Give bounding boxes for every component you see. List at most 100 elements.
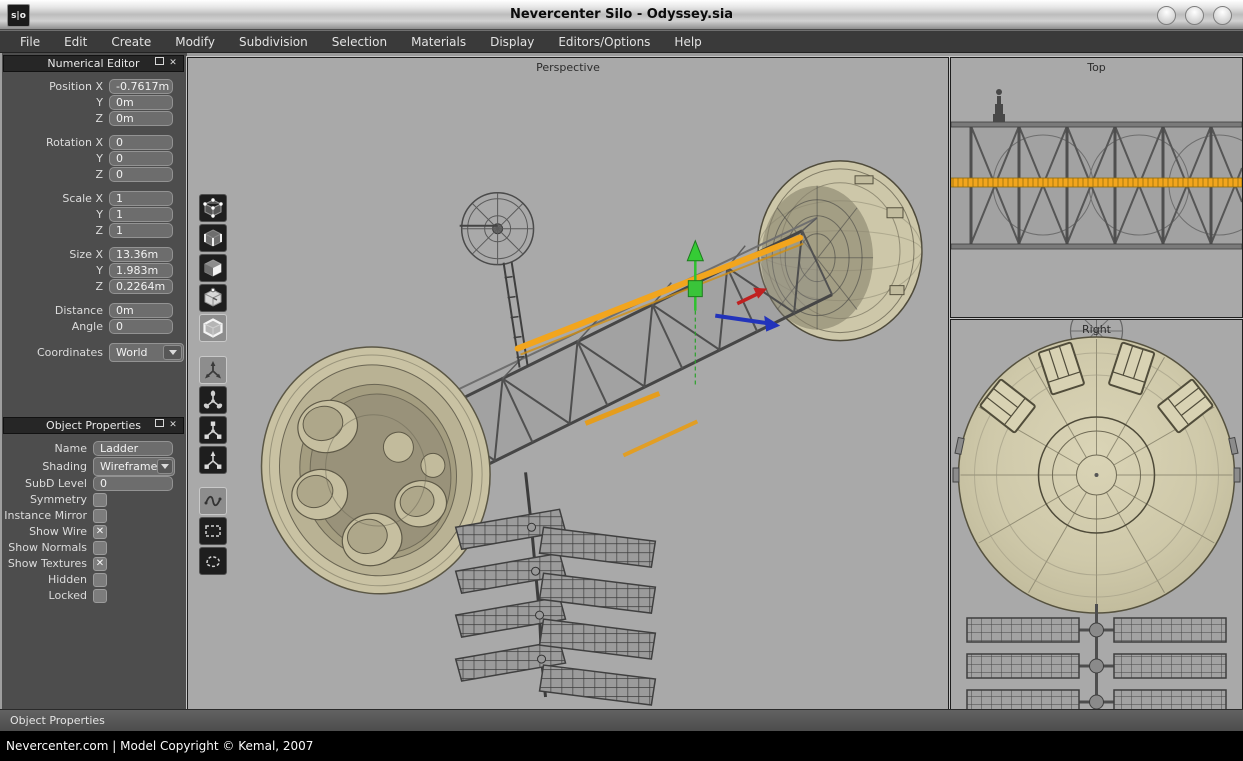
menu-selection[interactable]: Selection xyxy=(320,32,399,52)
numerical-editor-title: Numerical Editor xyxy=(35,57,152,70)
scale-tool-icon xyxy=(202,419,224,441)
panel-close-icon[interactable]: ✕ xyxy=(166,418,180,433)
status-bar: Object Properties xyxy=(0,709,1243,731)
truss-top-view[interactable] xyxy=(951,89,1242,249)
lasso-select-button[interactable] xyxy=(199,547,227,575)
size-z-field[interactable]: 0.2264m xyxy=(109,279,173,294)
solar-panels-right-view[interactable] xyxy=(967,604,1226,709)
menu-subdivision[interactable]: Subdivision xyxy=(227,32,320,52)
hidden-checkbox[interactable] xyxy=(93,573,107,587)
window-title: Nevercenter Silo - Odyssey.sia xyxy=(0,7,1243,22)
menu-editors-options[interactable]: Editors/Options xyxy=(546,32,662,52)
lasso-select-icon xyxy=(202,550,224,572)
numerical-editor-header[interactable]: Numerical Editor ✕ xyxy=(3,55,184,72)
rotate-tool-button[interactable] xyxy=(199,386,227,414)
instance-mirror-checkbox[interactable] xyxy=(93,509,107,523)
size-x-field[interactable]: 13.36m xyxy=(109,247,173,262)
shading-dropdown[interactable]: Wireframe xyxy=(93,457,175,476)
footer-text: Nevercenter.com | Model Copyright © Kema… xyxy=(6,739,313,753)
object-mode-icon xyxy=(202,317,224,339)
scale-tool-button[interactable] xyxy=(199,416,227,444)
menu-help[interactable]: Help xyxy=(662,32,713,52)
size-y-field[interactable]: 1.983m xyxy=(109,263,173,278)
face-mode-icon xyxy=(202,257,224,279)
panel-minimize-icon[interactable] xyxy=(152,56,166,71)
object-properties-panel: Object Properties ✕ NameLadder Shading W… xyxy=(3,417,184,604)
universal-manipulator-button[interactable] xyxy=(199,446,227,474)
menu-edit[interactable]: Edit xyxy=(52,32,99,52)
silo-logo-icon: s|o xyxy=(7,4,30,27)
rotate-tool-icon xyxy=(202,389,224,411)
radar-dish[interactable] xyxy=(460,193,534,368)
edge-mode-icon xyxy=(202,227,224,249)
tweak-tool-icon xyxy=(202,490,224,512)
menu-file[interactable]: File xyxy=(8,32,52,52)
close-button[interactable] xyxy=(1213,6,1232,25)
show-wire-checkbox[interactable]: ✕ xyxy=(93,525,107,539)
vertex-mode-button[interactable] xyxy=(199,194,227,222)
status-text: Object Properties xyxy=(10,714,105,727)
right-viewport[interactable]: Right xyxy=(950,319,1243,710)
left-panel-column: Numerical Editor ✕ Position X-0.7617m Y0… xyxy=(0,53,187,709)
rotation-y-field[interactable]: 0 xyxy=(109,151,173,166)
right-canvas[interactable] xyxy=(951,320,1242,709)
window-frame-edge xyxy=(0,53,2,709)
top-canvas[interactable] xyxy=(951,58,1242,317)
move-tool-icon xyxy=(202,359,224,381)
panel-close-icon[interactable]: ✕ xyxy=(166,56,180,71)
move-tool-button[interactable] xyxy=(199,356,227,384)
minimize-button[interactable] xyxy=(1157,6,1176,25)
show-normals-checkbox[interactable] xyxy=(93,541,107,555)
coordinates-dropdown[interactable]: World xyxy=(109,343,184,362)
title-bar[interactable]: s|o Nevercenter Silo - Odyssey.sia xyxy=(0,0,1243,30)
object-mode-button[interactable] xyxy=(199,314,227,342)
object-properties-header[interactable]: Object Properties ✕ xyxy=(3,417,184,434)
window-controls xyxy=(1157,6,1232,25)
scale-y-field[interactable]: 1 xyxy=(109,207,173,222)
chevron-down-icon[interactable] xyxy=(163,345,182,360)
chevron-down-icon[interactable] xyxy=(157,459,173,474)
object-name-field[interactable]: Ladder xyxy=(93,441,173,456)
manipulator-toolbar xyxy=(199,356,227,474)
position-z-field[interactable]: 0m xyxy=(109,111,173,126)
tweak-tool-button[interactable] xyxy=(199,487,227,515)
vertex-mode-icon xyxy=(202,197,224,219)
selection-style-toolbar xyxy=(199,487,227,575)
face-mode-button[interactable] xyxy=(199,254,227,282)
subd-level-field[interactable]: 0 xyxy=(93,476,173,491)
selection-mode-toolbar xyxy=(199,194,227,342)
footer-bar: Nevercenter.com | Model Copyright © Kema… xyxy=(0,731,1243,761)
distance-field[interactable]: 0m xyxy=(109,303,173,318)
maximize-button[interactable] xyxy=(1185,6,1204,25)
symmetry-checkbox[interactable] xyxy=(93,493,107,507)
top-viewport[interactable]: Top xyxy=(950,57,1243,318)
position-y-field[interactable]: 0m xyxy=(109,95,173,110)
marquee-select-button[interactable] xyxy=(199,517,227,545)
menu-modify[interactable]: Modify xyxy=(163,32,227,52)
antenna-top-view xyxy=(993,89,1005,122)
angle-field[interactable]: 0 xyxy=(109,319,173,334)
rotation-z-field[interactable]: 0 xyxy=(109,167,173,182)
position-x-field[interactable]: -0.7617m xyxy=(109,79,173,94)
silo-app-window: s|o Nevercenter Silo - Odyssey.sia File … xyxy=(0,0,1243,761)
menu-bar: File Edit Create Modify Subdivision Sele… xyxy=(0,30,1243,53)
perspective-canvas[interactable] xyxy=(188,58,948,709)
show-textures-checkbox[interactable]: ✕ xyxy=(93,557,107,571)
ladder-highlight-top-view[interactable] xyxy=(951,178,1242,187)
locked-checkbox[interactable] xyxy=(93,589,107,603)
menu-materials[interactable]: Materials xyxy=(399,32,478,52)
rotation-x-field[interactable]: 0 xyxy=(109,135,173,150)
menu-create[interactable]: Create xyxy=(99,32,163,52)
scale-x-field[interactable]: 1 xyxy=(109,191,173,206)
edge-mode-button[interactable] xyxy=(199,224,227,252)
perspective-viewport[interactable]: Perspective xyxy=(187,57,949,710)
object-properties-title: Object Properties xyxy=(35,419,152,432)
marquee-select-icon xyxy=(202,520,224,542)
element-mode-button[interactable] xyxy=(199,284,227,312)
menu-display[interactable]: Display xyxy=(478,32,546,52)
numerical-editor-panel: Numerical Editor ✕ Position X-0.7617m Y0… xyxy=(3,55,184,362)
universal-manipulator-icon xyxy=(202,449,224,471)
panel-minimize-icon[interactable] xyxy=(152,418,166,433)
habitat-right-view[interactable] xyxy=(953,337,1240,613)
scale-z-field[interactable]: 1 xyxy=(109,223,173,238)
